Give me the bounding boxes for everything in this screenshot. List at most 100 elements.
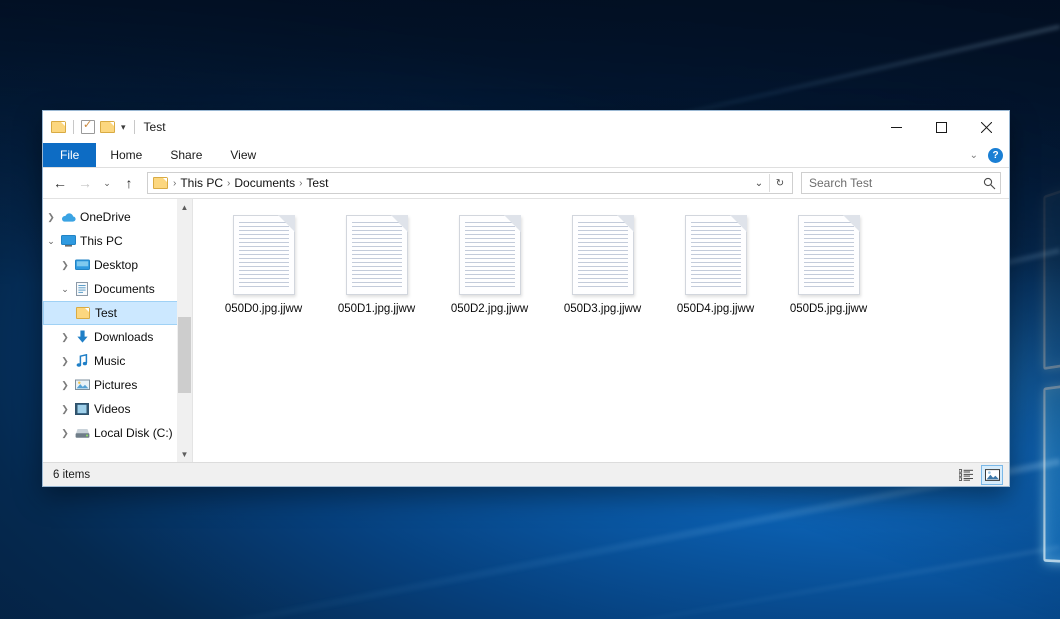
file-name-label: 050D2.jpg.jjww bbox=[451, 303, 528, 315]
chevron-down-icon[interactable]: ⌄ bbox=[57, 284, 73, 295]
sidebar-item-label: Downloads bbox=[91, 330, 153, 344]
status-bar: 6 items bbox=[43, 462, 1009, 486]
sidebar-item-label: Videos bbox=[91, 402, 130, 416]
chevron-right-icon[interactable]: ❯ bbox=[57, 380, 73, 391]
sidebar-item-this-pc[interactable]: ⌄ This PC bbox=[43, 229, 192, 253]
file-name-label: 050D5.jpg.jjww bbox=[790, 303, 867, 315]
sidebar-item-label: Desktop bbox=[91, 258, 138, 272]
chevron-right-icon[interactable]: ❯ bbox=[57, 332, 73, 343]
file-item[interactable]: 050D2.jpg.jjww bbox=[433, 213, 546, 315]
search-placeholder: Search Test bbox=[809, 176, 983, 190]
file-item[interactable]: 050D1.jpg.jjww bbox=[320, 213, 433, 315]
view-buttons bbox=[955, 465, 1003, 485]
chevron-right-icon[interactable]: ❯ bbox=[57, 356, 73, 367]
scrollbar-thumb[interactable] bbox=[178, 317, 191, 393]
downloads-icon bbox=[73, 330, 91, 344]
ribbon-right-controls: ⌄ ? bbox=[970, 143, 1003, 167]
navigation-pane: ❯ OneDrive ⌄ This PC ❯ bbox=[43, 199, 192, 462]
new-folder-icon[interactable] bbox=[100, 121, 115, 133]
disk-icon bbox=[73, 428, 91, 439]
customize-chevron-icon[interactable]: ▾ bbox=[120, 122, 127, 133]
chevron-down-icon[interactable]: ⌄ bbox=[970, 150, 978, 161]
tab-home[interactable]: Home bbox=[96, 143, 156, 167]
scroll-up-icon[interactable]: ▲ bbox=[177, 199, 192, 215]
folder-icon bbox=[74, 307, 92, 319]
sidebar-item-onedrive[interactable]: ❯ OneDrive bbox=[43, 205, 192, 229]
sidebar-item-local-disk-c[interactable]: ❯ Local Disk (C:) bbox=[43, 421, 192, 445]
details-view-icon bbox=[959, 469, 974, 481]
file-item[interactable]: 050D4.jpg.jjww bbox=[659, 213, 772, 315]
document-lines-top bbox=[804, 222, 837, 240]
file-item[interactable]: 050D3.jpg.jjww bbox=[546, 213, 659, 315]
sidebar-item-downloads[interactable]: ❯ Downloads bbox=[43, 325, 192, 349]
file-item[interactable]: 050D5.jpg.jjww bbox=[772, 213, 885, 315]
scroll-down-icon[interactable]: ▼ bbox=[177, 446, 192, 462]
chevron-down-icon[interactable]: ⌄ bbox=[43, 236, 59, 247]
file-name-label: 050D3.jpg.jjww bbox=[564, 303, 641, 315]
properties-icon[interactable] bbox=[81, 120, 95, 134]
chevron-right-icon[interactable]: ❯ bbox=[57, 428, 73, 439]
breadcrumb-folder-icon bbox=[153, 177, 168, 189]
sidebar-item-label: OneDrive bbox=[77, 210, 131, 224]
breadcrumb-item-documents[interactable]: Documents bbox=[231, 176, 298, 190]
search-input[interactable]: Search Test bbox=[801, 172, 1001, 194]
generic-document-icon bbox=[459, 215, 521, 295]
generic-document-icon bbox=[233, 215, 295, 295]
chevron-right-icon[interactable]: ❯ bbox=[43, 212, 59, 223]
folder-icon[interactable] bbox=[51, 121, 66, 133]
breadcrumb-item-this-pc[interactable]: This PC bbox=[177, 176, 226, 190]
close-button[interactable] bbox=[964, 111, 1009, 143]
file-item[interactable]: 050D0.jpg.jjww bbox=[207, 213, 320, 315]
window-body: ❯ OneDrive ⌄ This PC ❯ bbox=[43, 198, 1009, 462]
chevron-down-icon[interactable]: ⌄ bbox=[749, 173, 769, 193]
breadcrumb-item-test[interactable]: Test bbox=[303, 176, 331, 190]
window-title: Test bbox=[144, 120, 166, 134]
chevron-right-icon[interactable]: ❯ bbox=[57, 260, 73, 271]
sidebar-item-videos[interactable]: ❯ Videos bbox=[43, 397, 192, 421]
sidebar-item-pictures[interactable]: ❯ Pictures bbox=[43, 373, 192, 397]
help-icon[interactable]: ? bbox=[988, 148, 1003, 163]
breadcrumb[interactable]: › This PC › Documents › Test ⌄ ↻ bbox=[147, 172, 793, 194]
tab-view[interactable]: View bbox=[216, 143, 270, 167]
document-lines-top bbox=[352, 222, 385, 240]
window-controls bbox=[874, 111, 1009, 143]
sidebar-item-desktop[interactable]: ❯ Desktop bbox=[43, 253, 192, 277]
document-lines-top bbox=[239, 222, 272, 240]
videos-icon bbox=[73, 403, 91, 415]
sidebar-item-music[interactable]: ❯ Music bbox=[43, 349, 192, 373]
details-view-button[interactable] bbox=[955, 465, 977, 485]
tab-share[interactable]: Share bbox=[156, 143, 216, 167]
generic-document-icon bbox=[346, 215, 408, 295]
recent-locations-icon[interactable]: ⌄ bbox=[99, 172, 115, 194]
maximize-button[interactable] bbox=[919, 111, 964, 143]
toolbar-separator bbox=[73, 120, 74, 134]
large-icons-view-icon bbox=[985, 469, 1000, 481]
generic-document-icon bbox=[798, 215, 860, 295]
sidebar-item-label: Pictures bbox=[91, 378, 137, 392]
file-name-label: 050D4.jpg.jjww bbox=[677, 303, 754, 315]
sidebar-item-label: Music bbox=[91, 354, 125, 368]
tab-file[interactable]: File bbox=[43, 143, 96, 167]
sidebar-item-test[interactable]: Test bbox=[43, 301, 192, 325]
sidebar-item-label: Local Disk (C:) bbox=[91, 426, 173, 440]
documents-icon bbox=[73, 282, 91, 296]
file-list-pane[interactable]: 050D0.jpg.jjww 050D1.jpg.jjww bbox=[192, 199, 1009, 462]
generic-document-icon bbox=[572, 215, 634, 295]
sidebar-item-documents[interactable]: ⌄ Documents bbox=[43, 277, 192, 301]
back-button[interactable]: ← bbox=[49, 172, 71, 194]
file-name-label: 050D0.jpg.jjww bbox=[225, 303, 302, 315]
document-lines-top bbox=[691, 222, 724, 240]
minimize-button[interactable] bbox=[874, 111, 919, 143]
large-icons-view-button[interactable] bbox=[981, 465, 1003, 485]
chevron-right-icon[interactable]: ❯ bbox=[57, 404, 73, 415]
up-button[interactable]: ↑ bbox=[118, 172, 140, 194]
sidebar-scrollbar[interactable]: ▲ ▼ bbox=[177, 199, 192, 462]
music-icon bbox=[73, 354, 91, 368]
refresh-icon[interactable]: ↻ bbox=[770, 173, 790, 193]
search-icon bbox=[983, 177, 996, 190]
file-explorer-window: ▾ Test File Home Share View bbox=[42, 110, 1010, 487]
generic-document-icon bbox=[685, 215, 747, 295]
forward-button[interactable]: → bbox=[74, 172, 96, 194]
sidebar-item-label: Test bbox=[92, 306, 117, 320]
scrollbar-track[interactable] bbox=[177, 215, 192, 446]
